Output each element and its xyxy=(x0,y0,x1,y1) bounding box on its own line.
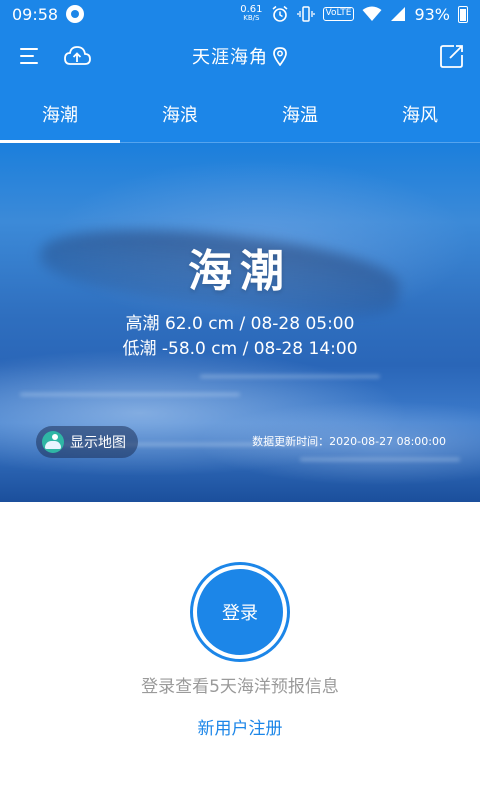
login-hint: 登录查看5天海洋预报信息 xyxy=(141,677,339,697)
show-map-label: 显示地图 xyxy=(70,435,126,451)
notification-app-icon xyxy=(66,5,85,23)
menu-button[interactable] xyxy=(18,44,42,68)
volte-badge: VoLTE xyxy=(322,7,355,21)
share-icon[interactable] xyxy=(438,42,466,70)
tab-bar: 海潮 海浪 海温 海风 xyxy=(0,84,480,144)
location-pin-icon xyxy=(273,47,287,66)
status-bar: 09:58 0.61 KB/S VoLTE 93% xyxy=(0,0,480,28)
data-update-time: 数据更新时间：2020-08-27 08:00:00 xyxy=(252,435,446,448)
alarm-icon xyxy=(272,5,287,22)
low-tide-info: 低潮 -58.0 cm / 08-28 14:00 xyxy=(122,339,358,359)
network-speed: 0.61 KB/S xyxy=(240,5,262,23)
network-speed-unit: KB/S xyxy=(243,14,260,22)
register-link[interactable]: 新用户注册 xyxy=(0,714,480,739)
hero-title: 海潮 xyxy=(188,246,292,297)
network-speed-value: 0.61 xyxy=(240,4,263,15)
app-bar: 天涯海角 xyxy=(0,28,480,84)
page-title[interactable]: 天涯海角 xyxy=(192,43,268,69)
battery-icon xyxy=(458,5,468,23)
show-map-button[interactable]: 显示地图 xyxy=(36,426,138,458)
battery-percent: 93% xyxy=(414,4,450,24)
status-time: 09:58 xyxy=(12,4,59,24)
map-icon xyxy=(42,431,64,453)
cloud-upload-icon[interactable] xyxy=(62,42,92,70)
hero-banner: 海潮 高潮 62.0 cm / 08-28 05:00 低潮 -58.0 cm … xyxy=(0,143,480,502)
login-button[interactable]: 登录 xyxy=(193,565,287,659)
tab-sea-wind[interactable]: 海风 xyxy=(360,84,480,144)
background-wave-streak xyxy=(300,458,460,461)
signal-icon xyxy=(391,7,406,21)
background-wave-streak xyxy=(20,393,240,396)
tab-tide[interactable]: 海潮 xyxy=(0,84,120,144)
background-wave-streak xyxy=(200,375,380,378)
wifi-icon xyxy=(362,6,382,21)
high-tide-info: 高潮 62.0 cm / 08-28 05:00 xyxy=(125,314,355,334)
tab-waves[interactable]: 海浪 xyxy=(120,84,240,144)
vibrate-icon xyxy=(296,6,315,22)
tab-sea-temperature[interactable]: 海温 xyxy=(240,84,360,144)
